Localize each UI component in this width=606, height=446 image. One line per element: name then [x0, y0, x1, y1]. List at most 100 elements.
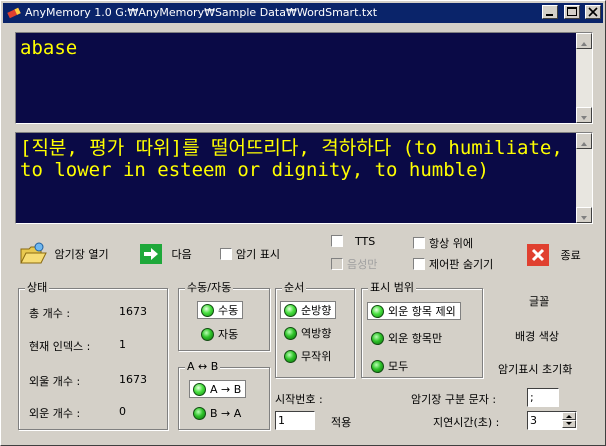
tts-label: TTS	[355, 235, 376, 248]
direction-option-a-to-b[interactable]: A → B	[189, 380, 247, 398]
direction-option-label: B → A	[210, 407, 242, 420]
answer-display[interactable]: [직분, 평가 따위]를 떨어뜨리다, 격하하다 (to humiliate, …	[15, 132, 593, 224]
spin-up-button[interactable]	[562, 412, 576, 420]
voice-only-checkbox: 음성만	[331, 256, 377, 272]
radio-icon	[193, 383, 206, 396]
mode-group: 수동/자동 수동 자동	[178, 281, 270, 351]
range-option-label: 모두	[388, 360, 409, 373]
delay-spinner[interactable]	[562, 412, 576, 429]
folder-open-icon	[20, 242, 47, 264]
scroll-down-button[interactable]	[576, 107, 592, 123]
title-bar[interactable]: AnyMemory 1.0 G:₩AnyMemory₩Sample Data₩W…	[3, 3, 603, 23]
question-scrollbar[interactable]	[576, 33, 592, 123]
order-option-label: 역방향	[301, 327, 332, 340]
radio-icon	[201, 328, 214, 341]
answer-scrollbar[interactable]	[576, 133, 592, 223]
checkbox[interactable]	[220, 248, 232, 260]
start-number-label: 시작번호 :	[275, 393, 323, 406]
scroll-up-button[interactable]	[576, 33, 592, 49]
order-option-label: 순방향	[301, 304, 332, 317]
current-index-value: 1	[119, 338, 126, 351]
apply-button[interactable]: 적용	[331, 414, 351, 430]
memorized-value: 0	[119, 405, 126, 418]
mode-option-auto[interactable]: 자동	[198, 326, 238, 344]
direction-option-b-to-a[interactable]: B → A	[190, 405, 241, 423]
checkbox[interactable]	[413, 237, 425, 249]
answer-text: [직분, 평가 따위]를 떨어뜨리다, 격하하다 (to humiliate, …	[20, 137, 563, 181]
start-number-input[interactable]: 1	[275, 411, 315, 430]
close-button[interactable]	[585, 5, 601, 19]
radio-icon	[371, 305, 384, 318]
chevron-down-icon	[581, 216, 587, 220]
always-on-top-label: 항상 위에	[429, 237, 473, 250]
order-option-random[interactable]: 무작위	[281, 348, 331, 366]
delay-label: 지연시간(초) :	[433, 416, 500, 429]
radio-icon	[284, 304, 297, 317]
maximize-button[interactable]	[563, 5, 580, 19]
order-option-reverse[interactable]: 역방향	[281, 325, 331, 343]
window-title: AnyMemory 1.0 G:₩AnyMemory₩Sample Data₩W…	[25, 6, 378, 19]
chevron-down-icon	[566, 422, 572, 425]
hide-controls-checkbox[interactable]: 제어판 숨기기	[413, 256, 493, 272]
mode-option-manual[interactable]: 수동	[197, 301, 244, 319]
radio-icon	[284, 327, 297, 340]
range-option-label: 외운 항목 제외	[388, 305, 456, 318]
order-option-forward[interactable]: 순방향	[280, 301, 337, 319]
chevron-down-icon	[581, 116, 587, 120]
separator-input[interactable]: ;	[527, 388, 559, 407]
range-option-memorized-only[interactable]: 외운 항목만	[368, 330, 442, 348]
radio-icon	[284, 350, 297, 363]
hide-controls-label: 제어판 숨기기	[429, 258, 494, 271]
next-label: 다음	[171, 248, 192, 261]
range-option-all[interactable]: 모두	[368, 358, 408, 376]
order-group-title: 순서	[282, 281, 307, 295]
minimize-button[interactable]	[542, 5, 558, 19]
direction-group: A ↔ B A → B B → A	[178, 360, 270, 430]
question-text: abase	[20, 37, 78, 59]
close-x-icon	[527, 244, 549, 266]
chevron-up-icon	[566, 415, 572, 418]
radio-icon	[371, 332, 384, 345]
chevron-up-icon	[581, 42, 587, 46]
scroll-up-button[interactable]	[576, 133, 592, 149]
always-on-top-checkbox[interactable]: 항상 위에	[413, 235, 473, 251]
tts-checkbox[interactable]: TTS	[331, 235, 375, 248]
exit-button[interactable]: 종료	[527, 244, 581, 266]
voice-only-label: 음성만	[347, 258, 378, 271]
total-count-value: 1673	[119, 305, 147, 318]
checkbox	[331, 258, 343, 270]
mode-group-title: 수동/자동	[185, 281, 234, 295]
delay-spinbox[interactable]: 3	[527, 411, 577, 430]
open-notebook-label: 암기장 열기	[54, 248, 109, 261]
open-notebook-button[interactable]: 암기장 열기	[19, 241, 109, 267]
background-color-button[interactable]: 배경 색상	[515, 328, 559, 344]
minimize-icon	[546, 14, 553, 16]
order-option-label: 무작위	[301, 350, 332, 363]
memorized-label: 외운 개수 :	[29, 407, 81, 420]
range-option-exclude-memorized[interactable]: 외운 항목 제외	[367, 302, 461, 320]
order-group: 순서 순방향 역방향 무작위	[275, 281, 355, 378]
mode-option-label: 자동	[218, 328, 239, 341]
show-memorize-checkbox[interactable]: 암기 표시	[220, 246, 280, 262]
separator-value: ;	[530, 391, 534, 404]
mode-option-label: 수동	[218, 304, 239, 317]
font-button[interactable]: 글꼴	[529, 293, 549, 309]
app-icon	[7, 7, 21, 19]
range-group-title: 표시 범위	[368, 281, 416, 295]
scroll-down-button[interactable]	[576, 207, 592, 223]
current-index-label: 현재 인덱스 :	[29, 340, 91, 353]
to-memorize-value: 1673	[119, 373, 147, 386]
spin-down-button[interactable]	[562, 420, 576, 428]
next-button[interactable]: 다음	[140, 244, 192, 264]
range-group: 표시 범위 외운 항목 제외 외운 항목만 모두	[361, 281, 483, 378]
checkbox[interactable]	[331, 235, 343, 247]
status-group-title: 상태	[25, 281, 50, 295]
exit-label: 종료	[560, 249, 581, 262]
show-memorize-label: 암기 표시	[236, 248, 280, 261]
radio-icon	[371, 360, 384, 373]
reset-memorize-button[interactable]: 암기표시 초기화	[498, 361, 572, 377]
status-group: 상태 총 개수 : 1673 현재 인덱스 : 1 외울 개수 : 1673 외…	[18, 281, 168, 430]
checkbox[interactable]	[413, 258, 425, 270]
total-count-label: 총 개수 :	[29, 307, 71, 320]
question-display[interactable]: abase	[15, 32, 593, 124]
